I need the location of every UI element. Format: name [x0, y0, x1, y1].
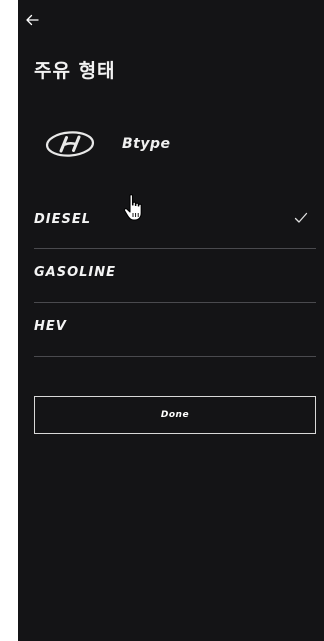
done-button[interactable]: Done: [34, 396, 316, 434]
fuel-option-label: HEV: [34, 319, 67, 334]
vehicle-model-name: Btype: [122, 136, 171, 152]
fuel-type-list: DIESEL GASOLINE HEV: [34, 196, 316, 357]
page-title: 주유 형태: [34, 60, 116, 82]
fuel-option-label: DIESEL: [34, 211, 92, 227]
vehicle-brand-row: Btype: [44, 126, 171, 162]
done-button-label: Done: [160, 410, 190, 420]
checkmark-icon: [294, 212, 308, 223]
fuel-option-diesel[interactable]: DIESEL: [34, 196, 316, 249]
fuel-option-label: GASOLINE: [34, 265, 117, 280]
fuel-type-screen: 주유 형태 Btype DIESEL GASOLINE HEV Done: [18, 0, 324, 641]
fuel-option-hev[interactable]: HEV: [34, 303, 316, 357]
back-button[interactable]: [18, 8, 46, 32]
fuel-option-gasoline[interactable]: GASOLINE: [34, 249, 316, 303]
hyundai-logo: [45, 131, 95, 157]
arrow-left-icon: [26, 14, 39, 26]
